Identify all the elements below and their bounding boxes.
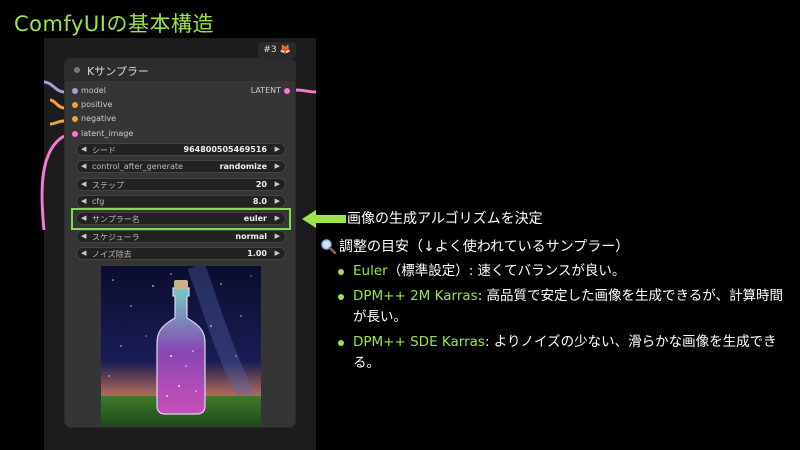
decrement-arrow-icon[interactable]: ◀ — [81, 249, 86, 257]
input-label: positive — [81, 100, 113, 109]
widget-label: control_after_generate — [92, 162, 183, 171]
magnifier-icon — [321, 239, 336, 254]
output-slot-latent[interactable]: LATENT — [250, 85, 290, 97]
tuning-heading: 調整の目安（↓よく使われているサンプラー） — [320, 236, 629, 256]
output-label: LATENT — [250, 86, 281, 95]
decrement-arrow-icon[interactable]: ◀ — [81, 145, 86, 153]
increment-arrow-icon[interactable]: ▶ — [275, 232, 280, 240]
input-slot-latent-image[interactable]: latent_image — [72, 128, 134, 140]
widget-value: 964800505469516 — [183, 145, 268, 154]
widget-value: 8.0 — [252, 197, 267, 206]
widget-label: スケジューラ — [92, 233, 140, 242]
increment-arrow-icon[interactable]: ▶ — [275, 180, 280, 188]
widget-label: ステップ — [92, 181, 124, 190]
node-id-badge: #3 🦊 — [258, 42, 296, 58]
input-dot-icon[interactable] — [72, 102, 78, 108]
arrow-left-icon — [302, 210, 346, 228]
widget-value: 1.00 — [247, 249, 267, 258]
widget-label: シード — [92, 146, 116, 155]
input-label: model — [81, 86, 106, 95]
decrement-arrow-icon[interactable]: ◀ — [81, 232, 86, 240]
widget-value: normal — [235, 232, 267, 241]
widget-scheduler[interactable]: ◀ スケジューラ normal ▶ — [76, 230, 286, 243]
increment-arrow-icon[interactable]: ▶ — [275, 145, 280, 153]
sampler-item-euler: Euler（標準設定）: 速くてバランスが良い。 — [338, 261, 793, 282]
node-header[interactable]: Kサンプラー — [65, 59, 295, 81]
bullet-dot-icon — [338, 269, 344, 275]
sampler-item-dpm-sde-karras: DPM++ SDE Karras: よりノイズの少ない、滑らかな画像を生成できる… — [338, 332, 793, 374]
preview-image — [101, 266, 261, 426]
input-slot-negative[interactable]: negative — [72, 113, 116, 125]
decrement-arrow-icon[interactable]: ◀ — [81, 162, 86, 170]
widget-label: ノイズ除去 — [92, 250, 132, 259]
widget-cfg[interactable]: ◀ cfg 8.0 ▶ — [76, 195, 286, 208]
widget-control-after-generate[interactable]: ◀ control_after_generate randomize ▶ — [76, 160, 286, 173]
bottle-galaxy-image — [101, 266, 261, 426]
tuning-heading-text: 調整の目安（↓よく使われているサンプラー） — [339, 239, 630, 255]
widget-value: 20 — [255, 180, 267, 189]
increment-arrow-icon[interactable]: ▶ — [275, 197, 280, 205]
node-id-label: #3 — [263, 45, 277, 55]
bullet-dot-icon — [338, 294, 344, 300]
input-dot-icon[interactable] — [72, 131, 78, 137]
annotation-title: 画像の生成アルゴリズムを決定 — [347, 211, 543, 227]
widget-label: cfg — [92, 197, 105, 206]
widget-denoise[interactable]: ◀ ノイズ除去 1.00 ▶ — [76, 247, 286, 260]
sampler-highlight-box — [71, 208, 291, 230]
input-dot-icon[interactable] — [72, 88, 78, 94]
node-title: Kサンプラー — [87, 65, 149, 78]
sampler-item-dpm-2m-karras: DPM++ 2M Karras: 高品質で安定した画像を生成できるが、計算時間が… — [338, 286, 793, 328]
input-slot-positive[interactable]: positive — [72, 99, 113, 111]
collapse-dot-icon[interactable] — [74, 67, 80, 73]
widget-steps[interactable]: ◀ ステップ 20 ▶ — [76, 178, 286, 191]
fox-icon: 🦊 — [279, 45, 291, 55]
input-label: latent_image — [81, 129, 134, 138]
input-dot-icon[interactable] — [72, 116, 78, 122]
widget-value: randomize — [219, 162, 267, 171]
bullet-dot-icon — [338, 340, 344, 346]
output-dot-icon[interactable] — [284, 88, 290, 94]
input-slot-model[interactable]: model — [72, 85, 106, 97]
decrement-arrow-icon[interactable]: ◀ — [81, 180, 86, 188]
widget-seed[interactable]: ◀ シード 964800505469516 ▶ — [76, 143, 286, 156]
input-label: negative — [81, 114, 116, 123]
ksampler-node[interactable]: Kサンプラー model positive negative latent_im… — [64, 58, 296, 428]
sampler-name: DPM++ SDE Karras — [353, 334, 485, 350]
increment-arrow-icon[interactable]: ▶ — [275, 249, 280, 257]
increment-arrow-icon[interactable]: ▶ — [275, 162, 280, 170]
decrement-arrow-icon[interactable]: ◀ — [81, 197, 86, 205]
sampler-name: Euler — [353, 263, 388, 279]
sampler-name: DPM++ 2M Karras — [353, 288, 478, 304]
sampler-desc: （標準設定）: 速くてバランスが良い。 — [387, 263, 626, 279]
